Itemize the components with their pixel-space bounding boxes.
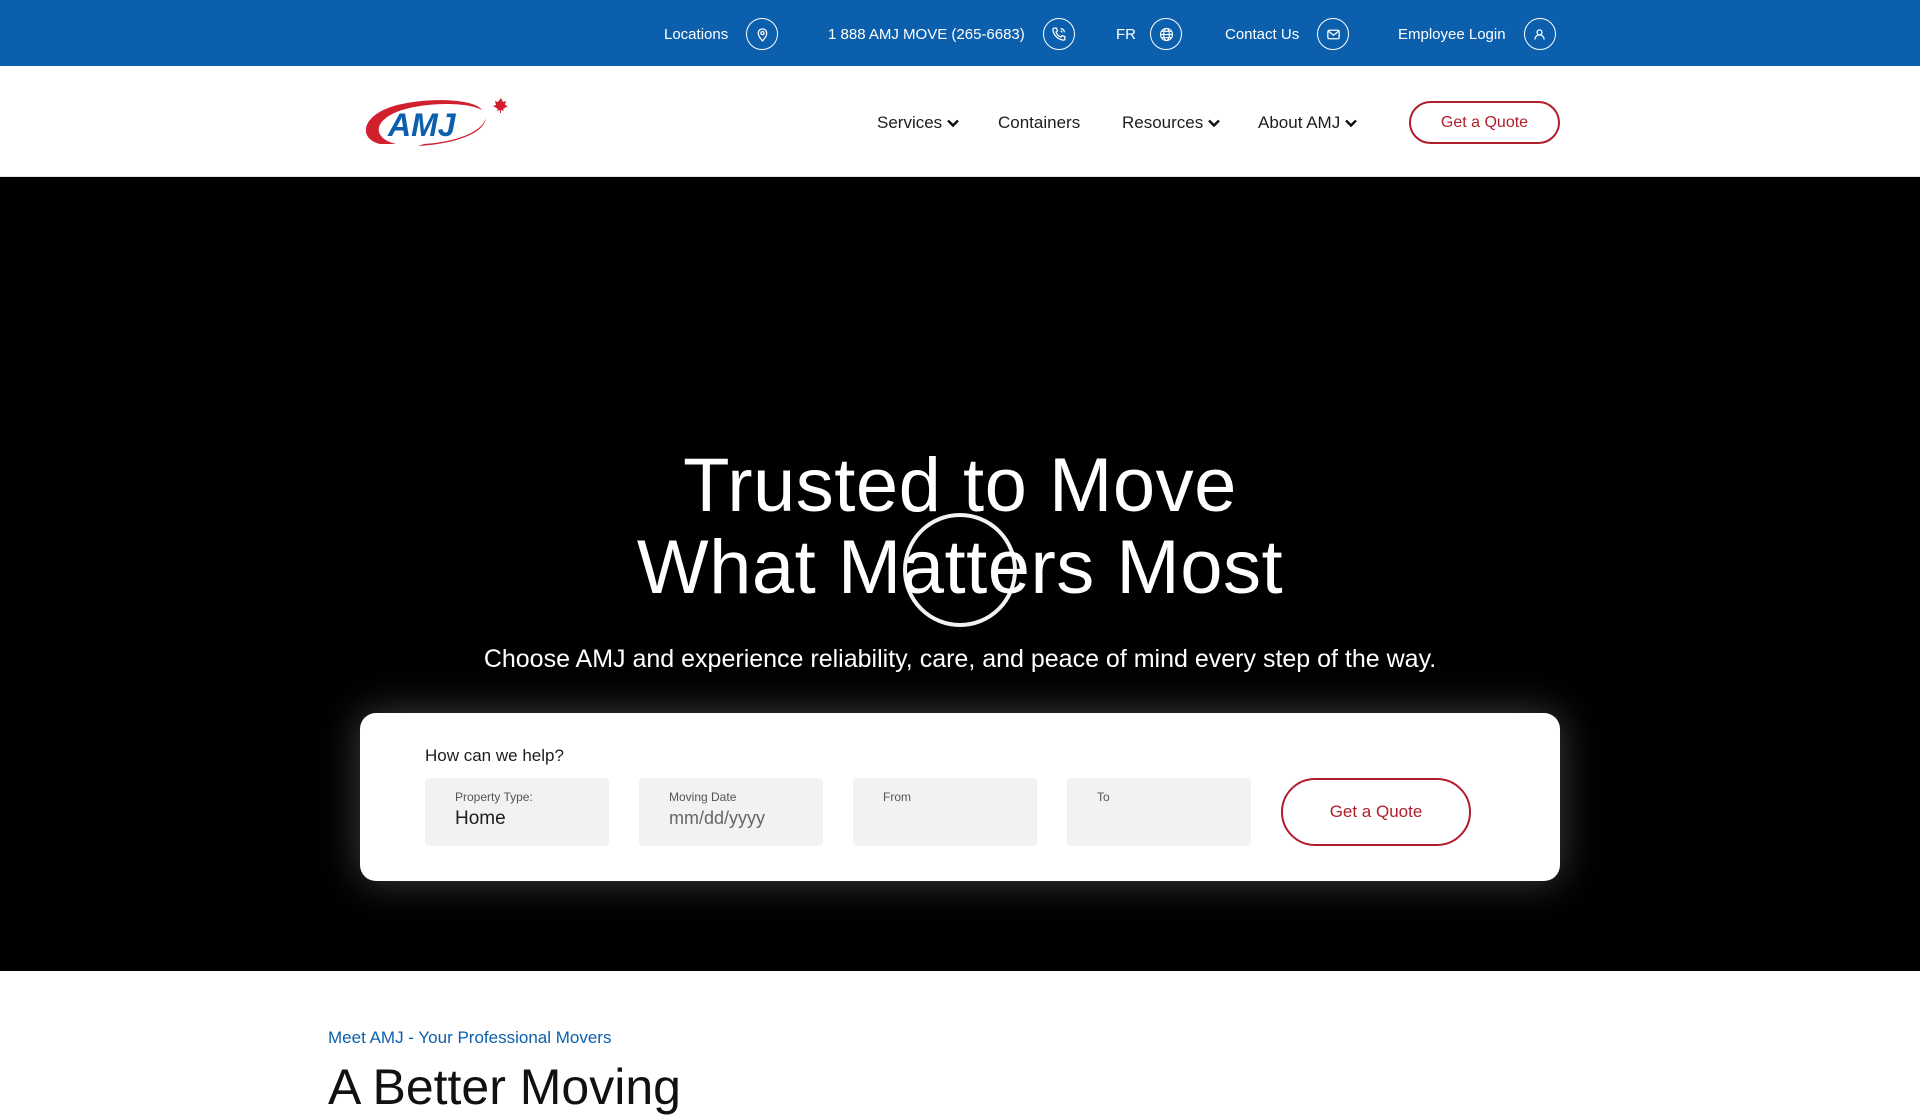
mail-icon — [1317, 18, 1350, 50]
intro-eyebrow: Meet AMJ - Your Professional Movers — [328, 1028, 612, 1047]
to-label: To — [1097, 790, 1110, 804]
contact-link[interactable]: Contact Us — [1225, 18, 1350, 50]
employee-login-link[interactable]: Employee Login — [1398, 18, 1556, 50]
globe-icon — [1150, 18, 1182, 50]
header-get-quote-button[interactable]: Get a Quote — [1409, 101, 1560, 144]
moving-date-placeholder: mm/dd/yyyy — [669, 808, 766, 828]
amj-logo[interactable]: AMJ — [358, 94, 510, 150]
nav-services-label: Services — [877, 113, 943, 132]
phone-label: 1 888 AMJ MOVE (265-6683) — [828, 25, 1025, 43]
phone-icon — [1042, 18, 1075, 50]
from-location-input[interactable]: From — [853, 778, 1037, 846]
language-label: FR — [1116, 25, 1136, 43]
chevron-down-icon — [1345, 119, 1358, 128]
contact-label: Contact Us — [1225, 25, 1300, 43]
map-pin-icon — [746, 18, 779, 50]
phone-link[interactable]: 1 888 AMJ MOVE (265-6683) — [828, 18, 1075, 50]
nav-containers-label: Containers — [998, 113, 1081, 132]
quote-form-submit-button[interactable]: Get a Quote — [1281, 778, 1471, 846]
quote-form-heading: How can we help? — [425, 746, 564, 765]
nav-about-label: About AMJ — [1258, 113, 1341, 132]
maple-leaf-icon — [493, 98, 508, 113]
hero-section: Trusted to Move What Matters Most Choose… — [0, 177, 1920, 971]
nav-containers[interactable]: Containers — [998, 110, 1080, 136]
locations-label: Locations — [664, 25, 729, 43]
chevron-down-icon — [1208, 119, 1221, 128]
employee-login-label: Employee Login — [1398, 25, 1506, 43]
intro-heading: A Better Moving — [328, 1059, 681, 1115]
locations-link[interactable]: Locations — [664, 18, 779, 50]
nav-about[interactable]: About AMJ — [1258, 110, 1358, 136]
user-icon — [1523, 18, 1556, 50]
nav-services[interactable]: Services — [877, 110, 960, 136]
top-utility-bar: Locations 1 888 AMJ MOVE (265-6683) FR C… — [0, 0, 1920, 66]
moving-date-input[interactable]: Moving Date mm/dd/yyyy — [639, 778, 823, 846]
main-header: AMJ Services Containers Resources About … — [0, 66, 1920, 177]
nav-resources[interactable]: Resources — [1122, 110, 1221, 136]
chevron-down-icon — [947, 119, 960, 128]
hero-subtitle: Choose AMJ and experience reliability, c… — [483, 645, 1437, 673]
property-type-select[interactable]: Property Type: Home — [425, 778, 609, 846]
logo-wordmark: AMJ — [387, 107, 457, 143]
quote-form-card: How can we help? Property Type: Home Mov… — [360, 713, 1560, 881]
to-location-input[interactable]: To — [1067, 778, 1251, 846]
property-type-value: Home — [455, 808, 506, 829]
from-label: From — [883, 790, 911, 804]
video-loading-spinner — [903, 513, 1017, 627]
nav-resources-label: Resources — [1122, 113, 1204, 132]
language-toggle[interactable]: FR — [1116, 18, 1182, 50]
moving-date-label: Moving Date — [669, 790, 737, 804]
property-type-label: Property Type: — [455, 790, 533, 804]
